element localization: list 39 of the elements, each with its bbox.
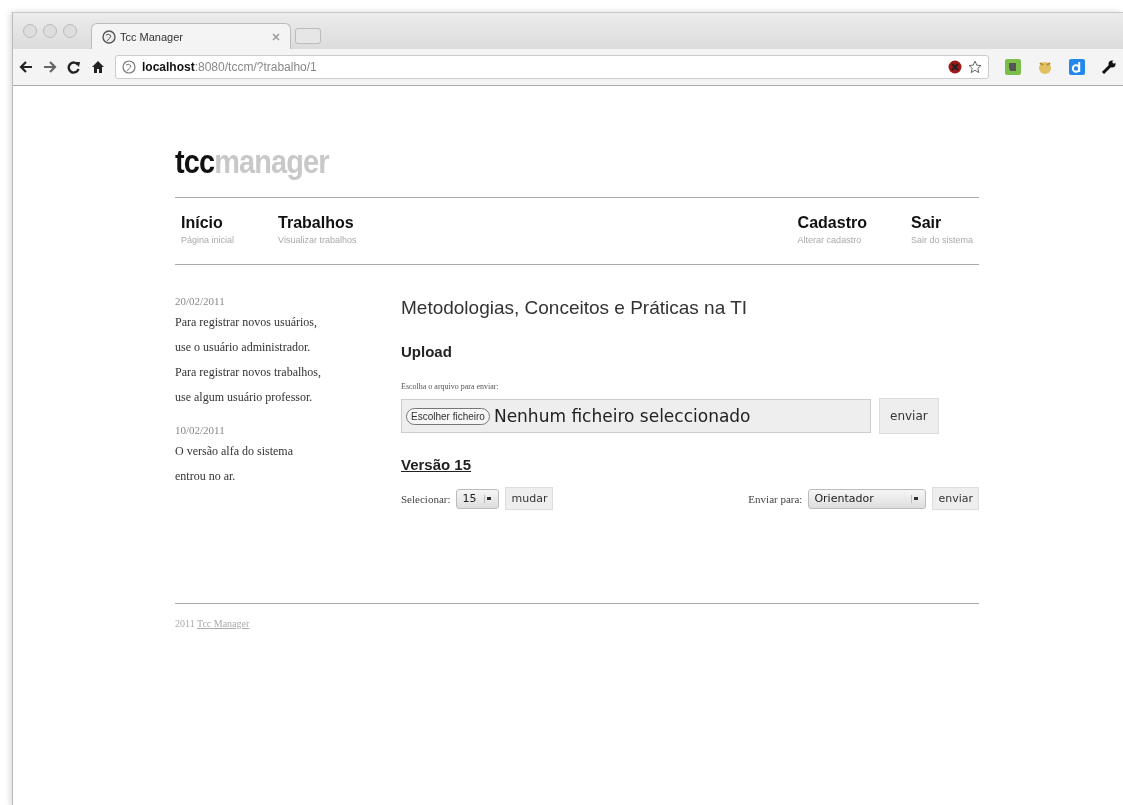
nav-caption: Sair do sistema — [910, 235, 973, 245]
field-label: Enviar para: — [748, 492, 803, 505]
letter-d-icon[interactable] — [1069, 59, 1085, 75]
home-icon[interactable] — [91, 60, 105, 74]
field-label: Selecionar: — [401, 492, 451, 505]
section-heading: Upload — [401, 343, 453, 360]
section-heading: Versão 15 — [401, 456, 473, 473]
news-date: 20/02/2011 — [175, 295, 226, 307]
logo[interactable]: tccmanager — [175, 141, 329, 181]
star-icon[interactable] — [968, 60, 982, 74]
news-date: 10/02/2011 — [175, 424, 226, 436]
address-bar[interactable]: localhost:8080/tccm/?trabalho/1 — [115, 55, 989, 79]
nav-caption: Alterar cadastro — [797, 235, 863, 245]
wrench-icon[interactable] — [1101, 59, 1117, 75]
reload-icon[interactable] — [67, 60, 81, 74]
recipient-select[interactable]: Orientador — [808, 488, 927, 509]
version-select[interactable]: 15 — [456, 488, 500, 509]
nav-link[interactable]: Cadastro — [797, 214, 867, 232]
globe-icon — [102, 29, 116, 44]
back-icon[interactable] — [19, 60, 33, 74]
nav-caption: Página inicial — [181, 235, 235, 245]
change-button[interactable]: mudar — [505, 487, 554, 510]
forward-icon[interactable] — [43, 60, 57, 74]
nav-link[interactable]: Início — [181, 214, 223, 232]
page-title: Metodologias, Conceitos e Práticas na TI — [401, 297, 749, 319]
news-text: Para registrar novos usuários, use o usuário administrador. Para registrar novos trabalhos, use algum usuário professor. — [175, 314, 322, 406]
footer-text: 2011 — [175, 618, 195, 629]
globe-icon — [122, 60, 136, 74]
nav-link[interactable]: Sair — [910, 214, 942, 232]
blocked-icon[interactable] — [948, 60, 962, 74]
submit-button[interactable]: enviar — [879, 398, 939, 434]
news-text: O versão alfa do sistema entrou no ar. — [175, 443, 294, 485]
browser-tab[interactable]: Tcc Manager — [91, 23, 291, 49]
file-input[interactable]: Escolher ficheiro Nenhum ficheiro seleccionado — [401, 399, 871, 433]
nav-caption: Visualizar trabalhos — [278, 235, 357, 245]
send-button[interactable]: enviar — [932, 487, 979, 510]
field-label: Escolha o arquivo para enviar: — [401, 382, 500, 391]
close-icon[interactable] — [272, 32, 280, 41]
nav-link[interactable]: Trabalhos — [278, 214, 354, 232]
